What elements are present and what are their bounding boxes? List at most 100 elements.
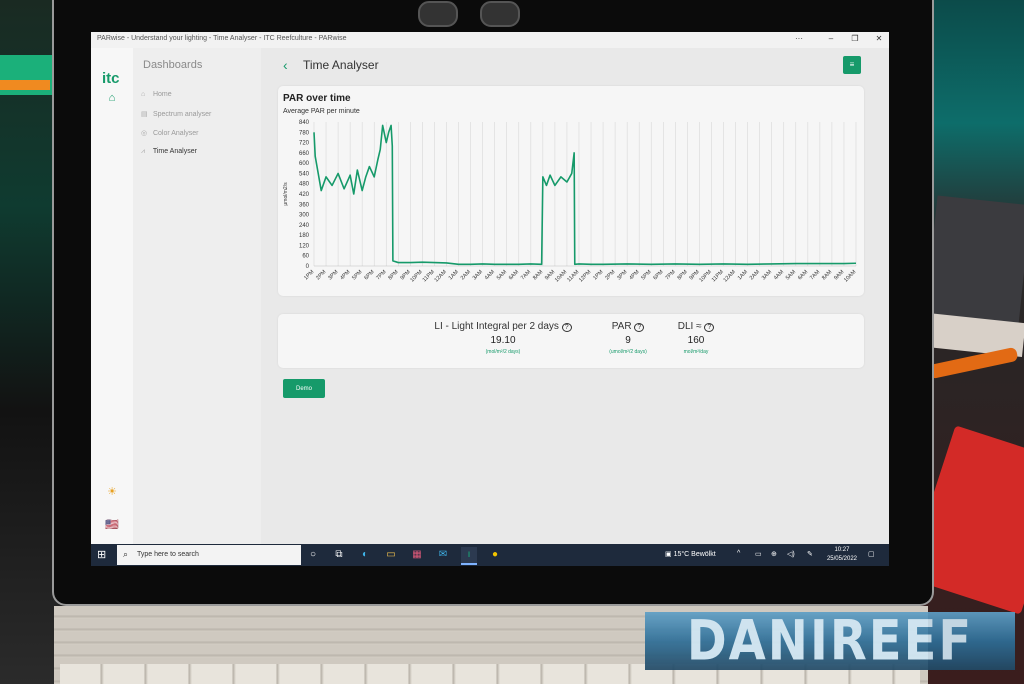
pen-icon[interactable]: ✎ [807,550,813,558]
x-tick-label: 4PM [339,269,352,282]
sidebar-item-home[interactable]: ⌂ Home [141,91,172,98]
page-title: Time Analyser [303,58,379,72]
weather-text: 15°C Bewölkt [673,551,716,558]
mail-icon[interactable]: ✉ [435,547,451,563]
search-placeholder: Type here to search [137,551,199,558]
metric-label: DLI ≈ [677,321,702,332]
x-tick-label: 10PM [698,269,713,284]
x-tick-label: 8PM [677,269,690,282]
tray-chevron-icon[interactable]: ^ [737,550,740,557]
help-icon[interactable]: ? [561,323,572,332]
x-tick-label: 5PM [640,269,653,282]
x-tick-label: 4PM [628,269,641,282]
y-tick-label: 720 [299,141,310,147]
x-tick-label: 6PM [363,269,376,282]
edge-icon[interactable]: ◐ [357,547,373,563]
main-content: ‹ Time Analyser ≡ PAR over time Average … [261,48,889,544]
x-tick-label: 10AM [554,269,569,284]
background-orange-object [0,80,50,90]
metric-label: LI - Light Integral per 2 days [434,321,559,332]
more-icon[interactable]: ··· [791,34,807,43]
clock-time: 10:27 [834,547,850,553]
sidebar-item-time-analyser[interactable]: ⩘ Time Analyser [141,148,197,156]
x-tick-label: 3AM [761,269,774,282]
par-series-line [313,124,857,266]
back-arrow-icon[interactable]: ‹ [283,57,288,73]
x-tick-label: 7PM [665,269,678,282]
palette-icon: ◎ [141,130,148,137]
sun-icon[interactable]: ☀ [105,485,119,499]
x-tick-label: 3AM [472,269,485,282]
battery-icon[interactable]: ▭ [755,550,762,558]
metric-dli: DLI ≈ ? 160 mol/m²/day [656,321,736,355]
x-tick-label: 12PM [578,269,593,284]
sketch-app-icon[interactable]: ● [487,547,503,563]
y-tick-label: 600 [299,161,310,167]
home-icon[interactable]: ⌂ [105,92,119,106]
volume-icon[interactable]: ◁) [787,550,795,558]
metric-light-integral: LI - Light Integral per 2 days ? 19.10 (… [398,321,608,355]
y-tick-label: 540 [299,171,310,177]
x-tick-label: 2AM [460,269,473,282]
x-tick-label: 1AM [448,269,461,282]
task-view-icon[interactable]: ⧉ [331,547,347,563]
x-tick-label: 7AM [809,269,822,282]
x-tick-label: 2AM [749,269,762,282]
close-button[interactable]: ✕ [871,34,887,43]
chart-card: PAR over time Average PAR per minute 0 60… [278,86,864,296]
metric-value: 160 [687,335,705,346]
sidebar-item-label: Home [152,91,172,98]
search-icon: ⌕ [123,549,129,559]
x-tick-label: 8AM [821,269,834,282]
maximize-button[interactable]: ❐ [847,34,863,43]
x-tick-label: 10PM [409,269,424,284]
sidebar-item-spectrum-analyser[interactable]: ▤ Spectrum analyser [141,110,211,118]
minimize-button[interactable]: – [823,34,839,43]
line-chart-icon: ⩘ [141,148,145,155]
taskbar-search[interactable]: ⌕ Type here to search [117,545,301,565]
file-explorer-icon[interactable]: ▭ [383,547,399,563]
y-axis-label: μmol/m2/s [283,182,289,206]
x-tick-label: 7PM [375,269,388,282]
par-line-chart: 0 60 120 180 240 300 360 420 480 540 600 660 720 780 8… [283,120,858,284]
taskbar-clock[interactable]: 10:27 25/05/2022 [827,546,857,564]
us-flag-icon[interactable]: 🇺🇸 [105,518,119,532]
y-tick-label: 480 [299,182,310,188]
help-icon[interactable]: ? [634,323,645,332]
x-tick-label: 8PM [387,269,400,282]
x-tick-label: 5PM [351,269,364,282]
help-icon[interactable]: ? [704,323,715,332]
x-tick-label: 1AM [737,269,750,282]
y-tick-label: 60 [302,254,309,260]
demo-button[interactable]: Demo [283,379,325,398]
x-tick-label: 8AM [532,269,545,282]
sidebar-item-label: Spectrum analyser [152,111,212,118]
x-tick-label: 3PM [616,269,629,282]
metric-unit: (mol/m²/2 days) [485,349,521,355]
metrics-card: LI - Light Integral per 2 days ? 19.10 (… [278,314,864,368]
x-tick-label: 12AM [433,269,448,284]
y-tick-label: 780 [299,130,310,136]
metric-unit: mol/m²/day [683,349,709,355]
sidebar-item-color-analyser[interactable]: ◎ Color Analyser [141,129,198,137]
app-logo[interactable]: itc [102,70,120,87]
parwise-app-icon[interactable]: ı [461,547,477,565]
title-bar: PARwise - Understand your lighting - Tim… [91,32,889,48]
x-tick-label: 7AM [520,269,533,282]
x-tick-label: 5AM [785,269,798,282]
weather-icon: ▣ [665,551,672,558]
network-icon[interactable]: ⊕ [771,550,777,558]
webcam-icon [480,1,520,27]
notification-icon[interactable]: ▢ [868,550,875,558]
window-title: PARwise - Understand your lighting - Tim… [97,35,347,42]
store-icon[interactable]: ▦ [409,547,425,563]
y-tick-label: 420 [299,192,310,198]
cortana-icon[interactable]: ○ [305,547,321,563]
menu-button[interactable]: ≡ [843,56,861,74]
y-tick-label: 240 [299,223,310,229]
sidebar-item-label: Color Analyser [152,130,199,137]
windows-start-icon[interactable]: ⊞ [97,549,109,561]
y-tick-label: 0 [306,264,310,270]
y-tick-label: 180 [299,233,310,239]
weather-widget[interactable]: ▣ 15°C Bewölkt [665,550,716,558]
